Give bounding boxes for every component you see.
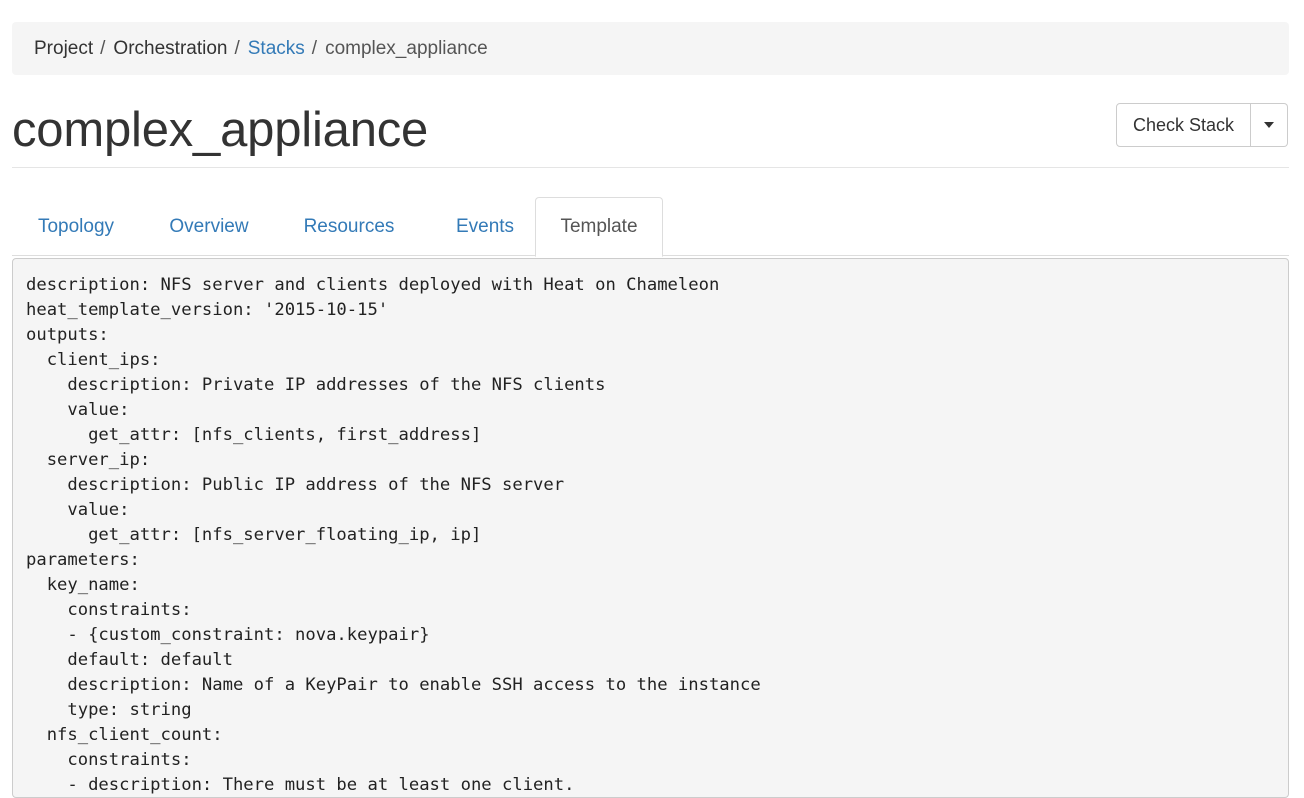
template-line: nfs_client_count: <box>26 725 223 745</box>
breadcrumb-separator: / <box>311 37 318 59</box>
template-line: heat_template_version: '2015-10-15' <box>26 300 389 320</box>
template-line: - {custom_constraint: nova.keypair} <box>26 625 430 645</box>
template-line: - description: There must be at least on… <box>26 775 575 795</box>
breadcrumb: Project / Orchestration / Stacks / compl… <box>12 22 1289 75</box>
template-code-panel: description: NFS server and clients depl… <box>12 258 1289 798</box>
template-line: description: Private IP addresses of the… <box>26 375 606 395</box>
page-title: complex_appliance <box>12 103 429 157</box>
breadcrumb-separator: / <box>100 37 106 59</box>
template-line: client_ips: <box>26 350 161 370</box>
tab-topology[interactable]: Topology <box>12 197 140 256</box>
template-line: description: NFS server and clients depl… <box>26 275 720 295</box>
template-line: get_attr: [nfs_clients, first_address] <box>26 425 482 445</box>
template-line: value: <box>26 400 130 420</box>
breadcrumb-current: complex_appliance <box>325 37 488 59</box>
template-code: description: NFS server and clients depl… <box>26 273 1275 797</box>
template-line: constraints: <box>26 600 192 620</box>
tab-template[interactable]: Template <box>535 197 663 257</box>
template-line: constraints: <box>26 750 192 770</box>
breadcrumb-separator: / <box>234 37 240 59</box>
title-divider <box>12 167 1289 168</box>
template-line: description: Name of a KeyPair to enable… <box>26 675 761 695</box>
tab-overview[interactable]: Overview <box>150 197 268 256</box>
template-line: default: default <box>26 650 233 670</box>
caret-down-icon <box>1264 122 1274 128</box>
template-line: outputs: <box>26 325 109 345</box>
tab-resources[interactable]: Resources <box>284 197 414 256</box>
breadcrumb-stacks-link[interactable]: Stacks <box>248 38 305 60</box>
stack-tabs: Topology Overview Resources Events Templ… <box>12 197 1289 257</box>
template-line: get_attr: [nfs_server_floating_ip, ip] <box>26 525 482 545</box>
tab-events[interactable]: Events <box>430 197 540 256</box>
more-actions-dropdown-button[interactable] <box>1251 103 1288 147</box>
breadcrumb-orchestration: Orchestration <box>113 37 228 59</box>
template-line: parameters: <box>26 550 140 570</box>
template-line: value: <box>26 500 130 520</box>
template-line: description: Public IP address of the NF… <box>26 475 565 495</box>
breadcrumb-project: Project <box>34 37 94 59</box>
template-line: key_name: <box>26 575 140 595</box>
stack-actions-group: Check Stack <box>1116 103 1288 147</box>
check-stack-button[interactable]: Check Stack <box>1116 103 1251 147</box>
template-line: server_ip: <box>26 450 151 470</box>
template-line: type: string <box>26 700 192 720</box>
